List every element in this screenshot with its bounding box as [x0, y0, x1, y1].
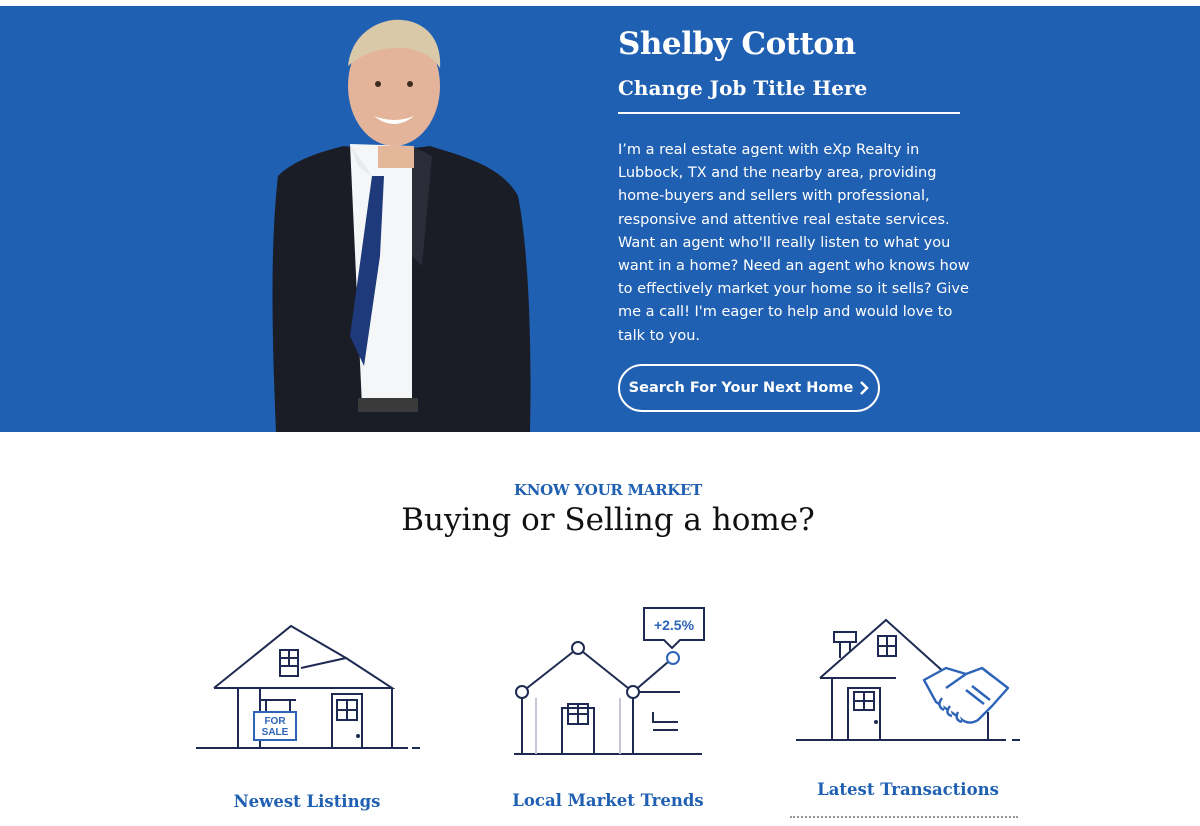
agent-portrait — [272, 19, 531, 432]
feature-label-local-market-trends[interactable]: Local Market Trends — [478, 791, 738, 810]
job-title: Change Job Title Here — [618, 76, 868, 100]
section-heading: Buying or Selling a home? — [401, 502, 815, 538]
search-homes-button-label: Search For Your Next Home — [628, 380, 854, 396]
feature-label-newest-listings[interactable]: Newest Listings — [177, 792, 437, 811]
search-homes-button[interactable]: Search For Your Next Home — [618, 364, 880, 412]
market-trend-icon: +2.5% — [514, 607, 705, 755]
feature-description-teaser — [790, 816, 1018, 826]
title-divider — [618, 112, 960, 114]
trend-badge: +2.5% — [654, 617, 695, 633]
feature-newest-listings[interactable]: FOR SALE — [196, 620, 426, 760]
agent-name: Shelby Cotton — [618, 26, 856, 62]
agent-hero: Shelby Cotton Change Job Title Here I’m … — [0, 6, 1200, 432]
house-for-sale-icon: FOR SALE — [196, 624, 420, 749]
chevron-right-icon — [860, 381, 870, 395]
agent-bio: I’m a real estate agent with eXp Realty … — [618, 142, 970, 344]
feature-label-latest-transactions[interactable]: Latest Transactions — [778, 780, 1038, 799]
for-sale-sign-line1: FOR — [264, 716, 286, 727]
house-handshake-icon — [796, 618, 1020, 741]
section-eyebrow: KNOW YOUR MARKET — [514, 481, 702, 499]
feature-local-market-trends[interactable]: +2.5% — [508, 606, 708, 756]
feature-latest-transactions[interactable] — [796, 618, 1026, 748]
for-sale-sign-line2: SALE — [262, 727, 289, 738]
